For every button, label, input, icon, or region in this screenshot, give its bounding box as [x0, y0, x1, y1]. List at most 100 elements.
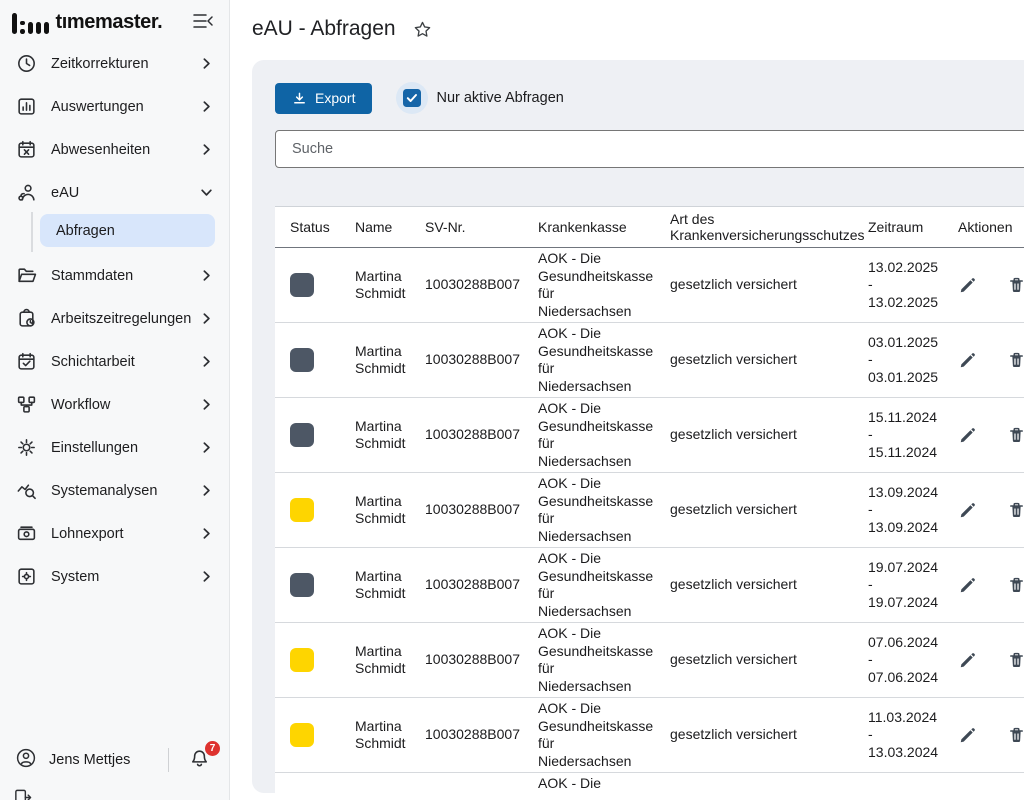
- sidebar-item-abwesenheiten[interactable]: Abwesenheiten: [0, 128, 229, 171]
- cell-name: Martina Schmidt: [340, 323, 410, 398]
- footer-divider: [168, 748, 169, 772]
- cell-aktionen: [943, 323, 1024, 398]
- table-row: Martina Schmidt10030288B007AOK - Die Ges…: [275, 473, 1024, 548]
- search-input[interactable]: [275, 130, 1024, 168]
- sidebar-item-label: Workflow: [51, 397, 110, 413]
- notification-badge: 7: [205, 741, 220, 756]
- delete-button[interactable]: [1007, 426, 1024, 445]
- sidebar-item-label: eAU: [51, 185, 79, 201]
- trash-icon: [1007, 276, 1024, 295]
- toolbar: Export Nur aktive Abfragen: [275, 82, 1024, 114]
- content-card: Export Nur aktive Abfragen StatusNameSV-…: [252, 60, 1024, 793]
- sidebar-item-stammdaten[interactable]: Stammdaten: [0, 254, 229, 297]
- delete-button[interactable]: [1007, 576, 1024, 595]
- bar-chart-icon: [16, 96, 37, 117]
- cell-versicherungsschutz: gesetzlich versichert: [655, 548, 853, 623]
- cell-zeitraum: 03.01.2025-03.01.2025: [853, 323, 943, 398]
- delete-button[interactable]: [1007, 651, 1024, 670]
- table-row: Martina Schmidt10030288B007AOK - Die Ges…: [275, 698, 1024, 773]
- sidebar-item-auswertungen[interactable]: Auswertungen: [0, 85, 229, 128]
- sidebar-item-label: System: [51, 569, 99, 585]
- user-name[interactable]: Jens Mettjes: [49, 752, 130, 768]
- sidebar-item-system[interactable]: System: [0, 555, 229, 598]
- edit-button[interactable]: [958, 276, 977, 295]
- cell-zeitraum: 13.02.2025-13.02.2025: [853, 248, 943, 323]
- status-indicator: [290, 498, 314, 522]
- cell-sv-nr: 10030288B007: [410, 773, 523, 794]
- chart-search-icon: [16, 480, 37, 501]
- clipboard-clock-icon: [16, 308, 37, 329]
- favorite-star-icon[interactable]: [413, 20, 432, 39]
- cell-status: [275, 473, 340, 548]
- cell-versicherungsschutz: gesetzlich versichert: [655, 323, 853, 398]
- chevron-right-icon: [200, 312, 213, 325]
- chevron-down-icon: [200, 186, 213, 199]
- pencil-icon: [958, 426, 977, 445]
- sidebar-item-partial[interactable]: [0, 788, 32, 800]
- cell-sv-nr: 10030288B007: [410, 698, 523, 773]
- cell-sv-nr: 10030288B007: [410, 248, 523, 323]
- sidebar-footer: Jens Mettjes 7: [0, 742, 229, 778]
- column-header-krankenkasse: Krankenkasse: [523, 207, 655, 248]
- delete-button[interactable]: [1007, 501, 1024, 520]
- sidebar-item-label: Schichtarbeit: [51, 354, 135, 370]
- gear-icon: [16, 437, 37, 458]
- notifications-bell-icon[interactable]: 7: [189, 748, 211, 772]
- edit-button[interactable]: [958, 726, 977, 745]
- collapse-sidebar-icon: [192, 12, 214, 33]
- sidebar-item-zeitkorrekturen[interactable]: Zeitkorrekturen: [0, 42, 229, 85]
- sidebar-item-eau[interactable]: eAU: [0, 171, 229, 214]
- table-row: Martina Schmidt10030288B007AOK - Die Ges…: [275, 248, 1024, 323]
- cell-krankenkasse: AOK - Die Gesundheitskasse für Niedersac…: [523, 473, 655, 548]
- pencil-icon: [958, 276, 977, 295]
- cell-versicherungsschutz: gesetzlich versichert: [655, 773, 853, 794]
- user-avatar-icon[interactable]: [15, 747, 37, 774]
- sidebar-item-arbeitszeitregelungen[interactable]: Arbeitszeitregelungen: [0, 297, 229, 340]
- export-button[interactable]: Export: [275, 83, 372, 114]
- main-content: eAU - Abfragen Export Nur aktive Abfrage…: [230, 0, 1024, 800]
- cell-sv-nr: 10030288B007: [410, 473, 523, 548]
- cell-versicherungsschutz: gesetzlich versichert: [655, 473, 853, 548]
- column-header-sv-nr-: SV-Nr.: [410, 207, 523, 248]
- cell-name: Martina Schmidt: [340, 473, 410, 548]
- sidebar-collapse-button[interactable]: [191, 12, 215, 34]
- folder-open-icon: [16, 265, 37, 286]
- tree-guide: [31, 212, 33, 252]
- sidebar-item-systemanalysen[interactable]: Systemanalysen: [0, 469, 229, 512]
- edit-button[interactable]: [958, 351, 977, 370]
- cell-aktionen: [943, 248, 1024, 323]
- cell-aktionen: [943, 773, 1024, 794]
- delete-button[interactable]: [1007, 726, 1024, 745]
- sidebar-item-lohnexport[interactable]: Lohnexport: [0, 512, 229, 555]
- edit-button[interactable]: [958, 651, 977, 670]
- sidebar-item-einstellungen[interactable]: Einstellungen: [0, 426, 229, 469]
- status-indicator: [290, 423, 314, 447]
- column-header-name: Name: [340, 207, 410, 248]
- sidebar-item-schichtarbeit[interactable]: Schichtarbeit: [0, 340, 229, 383]
- edit-button[interactable]: [958, 576, 977, 595]
- table-container: StatusNameSV-Nr.KrankenkasseArt des Kran…: [275, 206, 1024, 793]
- pencil-icon: [958, 351, 977, 370]
- delete-button[interactable]: [1007, 276, 1024, 295]
- cell-aktionen: [943, 548, 1024, 623]
- brand-logo-icon: [12, 12, 49, 34]
- active-filter-checkbox[interactable]: [396, 82, 428, 114]
- column-header-zeitraum: Zeitraum: [853, 207, 943, 248]
- sidebar-item-abfragen[interactable]: Abfragen: [40, 214, 215, 247]
- trash-icon: [1007, 726, 1024, 745]
- sidebar-item-label: Systemanalysen: [51, 483, 157, 499]
- cell-status: [275, 773, 340, 794]
- edit-button[interactable]: [958, 426, 977, 445]
- cell-krankenkasse: AOK - Die Gesundheitskasse für Niedersac…: [523, 623, 655, 698]
- system-icon: [16, 566, 37, 587]
- delete-button[interactable]: [1007, 351, 1024, 370]
- edit-button[interactable]: [958, 501, 977, 520]
- chevron-right-icon: [200, 441, 213, 454]
- clock-icon: [16, 53, 37, 74]
- cell-name: Martina Schmidt: [340, 623, 410, 698]
- cell-status: [275, 398, 340, 473]
- sidebar-item-workflow[interactable]: Workflow: [0, 383, 229, 426]
- cell-versicherungsschutz: gesetzlich versichert: [655, 623, 853, 698]
- cell-krankenkasse: AOK - Die Gesundheitskasse für Niedersac…: [523, 323, 655, 398]
- chevron-right-icon: [200, 570, 213, 583]
